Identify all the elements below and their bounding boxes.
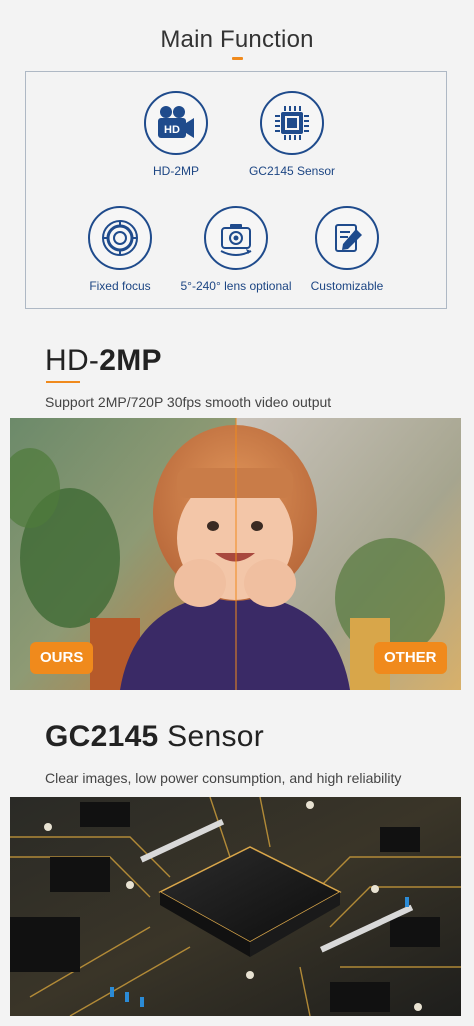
hd-title-bold: 2MP [99, 344, 162, 377]
lens-ring-icon [88, 206, 152, 270]
edit-pencil-icon [315, 206, 379, 270]
sensor-title-bold: GC2145 [45, 720, 159, 753]
features-box: HD HD-2MP GC2145 Sensor Fixed focus 5°-2… [25, 71, 447, 309]
svg-text:HD: HD [164, 124, 180, 136]
hd-title-prefix: HD- [45, 344, 100, 377]
main-function-title: Main Function [160, 26, 314, 53]
camera-rotate-icon [204, 206, 268, 270]
hd-camera-icon: HD [144, 91, 208, 155]
feature-label: GC2145 Sensor [248, 164, 336, 178]
sensor-section-title: GC2145 Sensor [45, 720, 264, 754]
hd-title-underline [46, 381, 80, 383]
sensor-title-suffix: Sensor [158, 720, 265, 753]
other-tag: OTHER [374, 642, 447, 674]
hd-section-title: HD-2MP [45, 344, 162, 378]
title-accent-underline [232, 57, 243, 60]
sensor-chip-photo [10, 797, 461, 1016]
sensor-subtitle: Clear images, low power consumption, and… [45, 770, 402, 786]
feature-gc2145-sensor: GC2145 Sensor [222, 91, 362, 178]
ours-tag: OURS [30, 642, 94, 674]
feature-customizable: Customizable [277, 206, 417, 293]
chip-icon [260, 91, 324, 155]
feature-label: Customizable [310, 279, 384, 293]
hd-subtitle: Support 2MP/720P 30fps smooth video outp… [45, 394, 332, 410]
